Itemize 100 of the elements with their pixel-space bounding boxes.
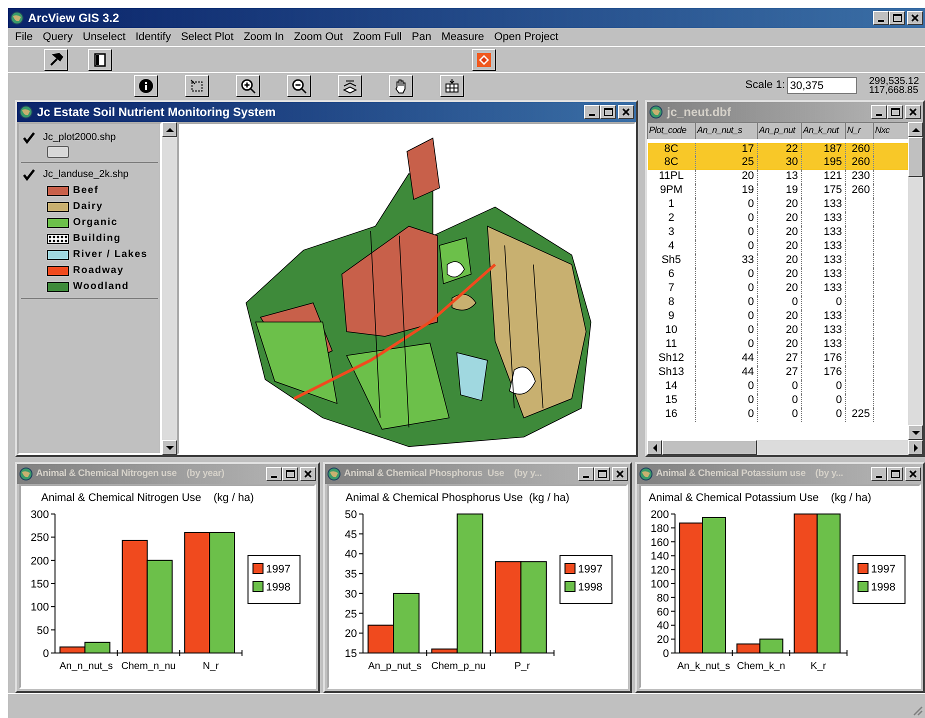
table-cell: 0	[696, 226, 758, 240]
table-cell: 133	[802, 282, 846, 296]
table-row[interactable]: Sh5 33 20 133	[648, 254, 910, 268]
table-cell: 11PL	[648, 170, 696, 184]
column-header[interactable]: N_r	[846, 122, 874, 140]
table-cell: 20	[758, 198, 802, 212]
table-cell: 0	[696, 394, 758, 408]
table-cell: 20	[758, 310, 802, 324]
category-label: Chem_k_n	[736, 661, 786, 672]
tick-label: 160	[650, 536, 669, 549]
coordinate-readout: 117,668.85	[869, 86, 920, 94]
table-row[interactable]: 1 0 20 133	[648, 198, 910, 212]
legend-label: Dairy	[73, 200, 104, 214]
table-row[interactable]: 7 0 20 133	[648, 282, 910, 296]
window-title: ArcView GIS 3.2	[28, 10, 120, 27]
tick-label: 100	[30, 602, 49, 614]
column-header[interactable]: An_p_nut	[758, 122, 802, 140]
table-cell: 176	[802, 366, 846, 380]
table-row[interactable]: 16 0 0 0 225	[648, 408, 910, 422]
table-cell: 0	[802, 296, 846, 310]
menu-item[interactable]: Zoom Out	[288, 28, 348, 46]
menu-item[interactable]: File	[10, 28, 38, 46]
table-cell: 0	[696, 198, 758, 212]
chart-title: Animal & Chemical Potassium Use (kg / ha)	[648, 492, 872, 504]
legend-label: 1997	[266, 564, 290, 576]
table-cell: 13	[758, 170, 802, 184]
table-row[interactable]: 9 0 20 133	[648, 310, 910, 324]
table-row[interactable]: 8 0 0 0	[648, 296, 910, 310]
menu-item[interactable]: Pan	[406, 28, 436, 46]
tick-label: 200	[30, 555, 49, 568]
legend-label: 1997	[578, 564, 602, 576]
menu-item[interactable]: Query	[38, 28, 78, 46]
menu-item[interactable]: Identify	[130, 28, 176, 46]
table-row[interactable]: 4 0 20 133	[648, 240, 910, 254]
tick-label: 180	[650, 522, 669, 535]
table-cell: 0	[696, 408, 758, 422]
menu-item[interactable]: Measure	[436, 28, 490, 46]
tick-label: 40	[656, 620, 669, 632]
table-cell: 20	[758, 268, 802, 282]
column-header[interactable]: An_n_nut_s	[696, 122, 758, 140]
legend-label: Beef	[73, 184, 99, 198]
table-row[interactable]: 14 0 0 0	[648, 380, 910, 394]
table-row[interactable]: Sh12 44 27 176	[648, 352, 910, 366]
table-row[interactable]: 15 0 0 0	[648, 394, 910, 408]
table-cell: 260	[846, 140, 874, 156]
tick-label: 25	[344, 608, 357, 620]
table-row[interactable]: 11 0 20 133	[648, 338, 910, 352]
table-cell: 8C	[648, 156, 696, 170]
table-cell: 0	[758, 408, 802, 422]
table-cell: 20	[758, 212, 802, 226]
table-cell: 0	[696, 338, 758, 352]
chart-title: Animal & Chemical Phosphorus Use (kg / ha)	[346, 492, 570, 504]
table-cell: 133	[802, 212, 846, 226]
table-cell: 0	[696, 282, 758, 296]
table-row[interactable]: 3 0 20 133	[648, 226, 910, 240]
legend-label: 1998	[578, 582, 602, 594]
tick-label: 140	[650, 550, 669, 563]
table-cell: 0	[802, 394, 846, 408]
table-cell: 0	[758, 380, 802, 394]
tick-label: 50	[344, 509, 357, 521]
table-cell: 22	[758, 140, 802, 156]
table-cell: 8C	[648, 140, 696, 156]
scale-field[interactable]: 30,375	[787, 77, 857, 94]
tick-label: 20	[344, 628, 357, 640]
table-cell: 0	[696, 310, 758, 324]
coordinate-readout: 299,535.12	[869, 76, 920, 86]
table-row[interactable]: 10 0 20 133	[648, 324, 910, 338]
menu-item[interactable]: Select Plot	[176, 28, 239, 46]
table-cell: 133	[802, 310, 846, 324]
table-row[interactable]: 11PL 20 13 121 230	[648, 170, 910, 184]
table-cell: 27	[758, 352, 802, 366]
menu-item[interactable]: Open Project	[489, 28, 564, 46]
tick-label: 250	[30, 532, 49, 544]
column-header[interactable]: An_k_nut	[802, 122, 846, 140]
table-cell: 20	[758, 226, 802, 240]
table-row[interactable]: 6 0 20 133	[648, 268, 910, 282]
table-cell: 27	[758, 366, 802, 380]
legend-label: Roadway	[73, 264, 124, 278]
layer-name[interactable]: Jc_landuse_2k.shp	[43, 167, 129, 182]
column-header[interactable]: Plot_code	[648, 122, 696, 140]
table-cell: 133	[802, 226, 846, 240]
menu-item[interactable]: Zoom Full	[348, 28, 407, 46]
tick-label: 30	[344, 588, 357, 600]
table-row[interactable]: 8C 25 30 195 260	[648, 156, 910, 170]
table-row[interactable]: 9PM 19 19 175 260	[648, 184, 910, 198]
scale-label: Scale 1:	[745, 78, 785, 94]
table-row[interactable]: Sh13 44 27 176	[648, 366, 910, 380]
category-label: K_r	[810, 661, 826, 672]
tick-label: 45	[344, 528, 357, 541]
chart-title: Animal & Chemical Nitrogen Use (kg / ha)	[41, 492, 254, 504]
table-row[interactable]: 2 0 20 133	[648, 212, 910, 226]
menu-item[interactable]: Unselect	[78, 28, 130, 46]
menu-item[interactable]: Zoom In	[238, 28, 289, 46]
layer-name[interactable]: Jc_plot2000.shp	[43, 130, 116, 145]
table-cell: 0	[758, 296, 802, 310]
table-cell: 121	[802, 170, 846, 184]
table-cell: 175	[802, 184, 846, 198]
table-cell: 260	[846, 184, 874, 198]
table-cell: 20	[758, 240, 802, 254]
table-cell: 133	[802, 254, 846, 268]
